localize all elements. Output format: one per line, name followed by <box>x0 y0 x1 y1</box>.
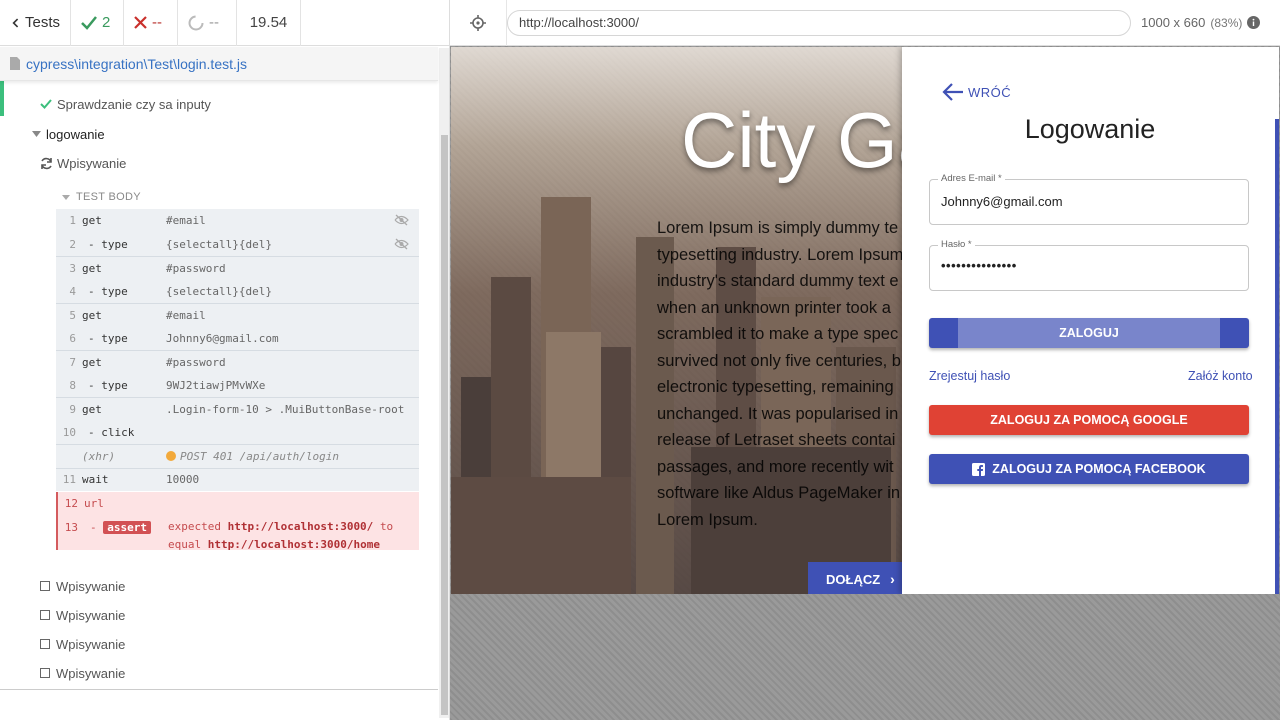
caret-down-icon <box>62 194 70 200</box>
command-row[interactable]: 5 get #email <box>56 303 419 327</box>
arrow-left-icon <box>942 83 963 101</box>
stats-bar: Tests 2 -- -- 19.54 <box>0 0 450 46</box>
facebook-login-button[interactable]: ZALOGUJ ZA POMOCĄ FACEBOOK <box>929 454 1249 484</box>
app-under-test: http://localhost:3000/ 1000 x 660 (83%) … <box>450 0 1280 720</box>
command-row[interactable]: 10 - click <box>56 420 419 444</box>
email-label: Adres E-mail * <box>938 173 1005 184</box>
passed-count: 2 <box>71 0 124 46</box>
login-title: Logowanie <box>1024 114 1156 144</box>
aut-iframe: City Ga Lorem Ipsum is simply dummy te t… <box>451 47 1279 594</box>
tests-label: Tests <box>24 14 60 31</box>
command-log: 1 get #email 2 - type {selectall}{del} 3… <box>56 209 419 551</box>
test-pending[interactable]: Wpisywanie <box>40 601 125 629</box>
x-icon <box>134 16 147 29</box>
command-row[interactable]: 4 - type {selectall}{del} <box>56 279 419 303</box>
test-reporter: Tests 2 -- -- 19.54 cypress\integration\… <box>0 0 450 720</box>
password-label: Hasło * <box>938 239 975 250</box>
check-icon <box>81 15 97 30</box>
command-row[interactable]: 1 get #email <box>56 209 419 233</box>
chevron-left-icon <box>12 17 19 28</box>
suite-logowanie[interactable]: logowanie <box>32 120 105 148</box>
checkbox-icon <box>40 581 50 591</box>
checkbox-icon <box>40 668 50 678</box>
command-row-xhr[interactable]: (xhr) POST 401 /api/auth/login <box>56 444 419 468</box>
assert-badge: assert <box>103 520 151 534</box>
refresh-icon <box>41 157 52 169</box>
facebook-icon <box>972 462 986 476</box>
test-running[interactable]: Wpisywanie <box>40 149 126 177</box>
chevron-right-icon: › <box>890 571 895 587</box>
command-row[interactable]: 9 get .Login-form-10 > .MuiButtonBase-ro… <box>56 397 419 421</box>
command-row[interactable]: 11 wait 10000 <box>56 467 419 491</box>
viewport-info: 1000 x 660 (83%) <box>1141 15 1261 30</box>
command-row[interactable]: 2 - type {selectall}{del} <box>56 232 419 256</box>
checkbox-icon <box>40 639 50 649</box>
selector-playground-button[interactable] <box>450 0 507 46</box>
eye-hidden-icon <box>394 238 409 249</box>
aut-header: http://localhost:3000/ 1000 x 660 (83%) <box>450 0 1280 46</box>
command-row[interactable]: 6 - type Johnny6@gmail.com <box>56 326 419 350</box>
password-value: ••••••••••••••• <box>941 258 1017 273</box>
divider <box>0 689 438 690</box>
test-body-toggle[interactable]: TEST BODY <box>62 183 141 211</box>
join-button[interactable]: DOŁĄCZ › <box>808 562 908 594</box>
command-row[interactable]: 3 get #password <box>56 256 419 280</box>
crosshair-icon <box>470 14 486 31</box>
google-login-button[interactable]: ZALOGUJ ZA POMOCĄ GOOGLE <box>929 405 1249 435</box>
email-value: Johnny6@gmail.com <box>941 194 1063 209</box>
password-field[interactable]: Hasło * ••••••••••••••• <box>929 239 1249 291</box>
command-row-failed-assert[interactable]: 13 - assert expected http://localhost:30… <box>56 515 419 551</box>
pending-count: -- <box>178 0 237 46</box>
run-controls <box>301 0 450 46</box>
test-passed[interactable]: Sprawdzanie czy sa inputy <box>40 90 211 118</box>
create-account-link[interactable]: Załóż konto <box>1188 369 1253 383</box>
email-field[interactable]: Adres E-mail * Johnny6@gmail.com <box>929 173 1249 225</box>
caret-down-icon <box>32 131 41 137</box>
login-drawer: WRÓĆ Logowanie Adres E-mail * Johnny6@gm… <box>902 47 1279 594</box>
reset-password-link[interactable]: Zrejestuj hasło <box>929 369 1010 383</box>
info-icon[interactable] <box>1247 16 1261 29</box>
test-pending[interactable]: Wpisywanie <box>40 630 125 658</box>
back-button[interactable]: WRÓĆ <box>942 83 1011 101</box>
command-row[interactable]: 8 - type 9WJ2tiawjPMvWXe <box>56 373 419 397</box>
failed-count: -- <box>124 0 178 46</box>
command-row[interactable]: 7 get #password <box>56 350 419 374</box>
drawer-edge <box>1275 119 1279 594</box>
command-row-failed[interactable]: 12 url <box>56 492 419 516</box>
check-icon <box>40 99 52 109</box>
tests-button[interactable]: Tests <box>0 0 71 46</box>
xhr-status-dot-icon <box>166 451 176 462</box>
login-button[interactable]: ZALOGUJ <box>929 318 1249 348</box>
duration: 19.54 <box>237 0 301 46</box>
pending-circle-icon <box>188 15 204 30</box>
scrollbar-thumb[interactable] <box>441 135 448 715</box>
file-icon <box>10 57 20 70</box>
spec-file-bar: cypress\integration\Test\login.test.js <box>0 47 438 81</box>
test-pending[interactable]: Wpisywanie <box>40 572 125 600</box>
spec-path[interactable]: cypress\integration\Test\login.test.js <box>26 56 247 72</box>
checkbox-icon <box>40 610 50 620</box>
passed-indicator <box>0 80 4 116</box>
eye-hidden-icon <box>394 214 409 226</box>
test-pending[interactable]: Wpisywanie <box>40 659 125 687</box>
url-bar[interactable]: http://localhost:3000/ <box>507 9 1131 36</box>
